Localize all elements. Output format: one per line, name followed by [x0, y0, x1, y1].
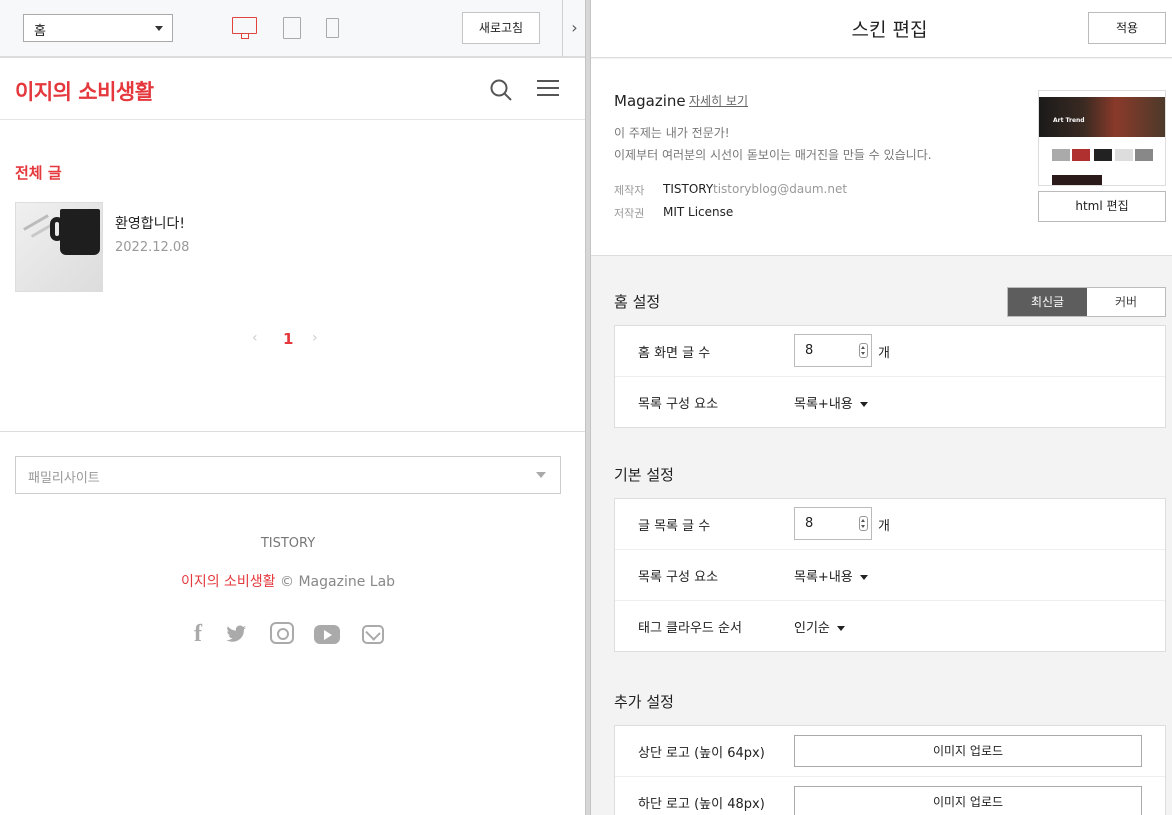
- home-post-count-input[interactable]: 8: [794, 334, 872, 367]
- row-label: 홈 화면 글 수: [638, 346, 711, 361]
- skin-editor-panel: 스킨 편집 적용 Magazine 자세히 보기 이 주제는 내가 전문가! 이…: [591, 0, 1172, 815]
- current-page[interactable]: 1: [283, 330, 293, 348]
- editor-title: 스킨 편집: [851, 19, 928, 41]
- settings-row: 홈 화면 글 수 8 개: [615, 326, 1165, 377]
- footer-divider: [0, 431, 586, 432]
- settings-row: 글 목록 글 수 8 개: [615, 499, 1165, 550]
- post-date: 2022.12.08: [115, 240, 190, 255]
- unit-label: 개: [878, 519, 890, 534]
- tag-cloud-order-dropdown[interactable]: 인기순: [794, 617, 845, 636]
- next-page-icon[interactable]: ›: [312, 330, 318, 346]
- family-site-placeholder: 패밀리사이트: [28, 471, 100, 486]
- toggle-latest-posts[interactable]: 최신글: [1008, 288, 1087, 316]
- license-value: MIT License: [663, 205, 734, 219]
- caret-down-icon: [536, 472, 546, 478]
- maker-email: tistoryblog@daum.net: [713, 182, 848, 196]
- footer-blog-name[interactable]: 이지의 소비생활: [181, 574, 276, 590]
- home-settings-title: 홈 설정: [614, 293, 661, 311]
- blog-header: 이지의 소비생활: [0, 58, 586, 120]
- spinner-icon[interactable]: [859, 343, 868, 358]
- theme-details-link[interactable]: 자세히 보기: [689, 92, 748, 109]
- row-label: 글 목록 글 수: [638, 519, 711, 534]
- theme-info: Magazine 자세히 보기 이 주제는 내가 전문가! 이제부터 여러분의 …: [591, 59, 1172, 256]
- theme-name: Magazine: [614, 92, 686, 110]
- extra-settings-card: 상단 로고 (높이 64px) 이미지 업로드 하단 로고 (높이 48px) …: [614, 725, 1166, 815]
- bottom-logo-upload-button[interactable]: 이미지 업로드: [794, 786, 1142, 815]
- dropdown-value: 인기순: [794, 621, 830, 636]
- page-select[interactable]: 홈: [23, 14, 173, 42]
- toggle-cover[interactable]: 커버: [1087, 288, 1165, 316]
- preview-toolbar: 홈 새로고침 ›: [0, 0, 586, 58]
- mobile-view-icon[interactable]: [326, 18, 339, 38]
- settings-row: 목록 구성 요소 목록+내용: [615, 377, 1165, 428]
- footer-copyright-text: © Magazine Lab: [275, 574, 396, 590]
- hamburger-menu-icon[interactable]: [537, 80, 559, 98]
- settings-row: 목록 구성 요소 목록+내용: [615, 550, 1165, 601]
- family-site-select[interactable]: 패밀리사이트: [15, 456, 561, 494]
- unit-label: 개: [878, 346, 890, 361]
- top-logo-upload-button[interactable]: 이미지 업로드: [794, 735, 1142, 767]
- post-list-item[interactable]: 환영합니다! 2022.12.08: [15, 202, 555, 292]
- row-label: 상단 로고 (높이 64px): [638, 746, 765, 761]
- maker-label: 제작자: [614, 184, 645, 197]
- refresh-button[interactable]: 새로고침: [462, 12, 540, 44]
- skin-editor-app: 홈 새로고침 › 이지의 소비생활 전체 글 환영합니다! 2022.12.08…: [0, 0, 1172, 815]
- instagram-icon[interactable]: [270, 622, 294, 644]
- list-elements-dropdown[interactable]: 목록+내용: [794, 566, 868, 585]
- section-title: 전체 글: [15, 164, 62, 182]
- caret-down-icon: [859, 402, 868, 407]
- editor-header: 스킨 편집 적용: [591, 0, 1172, 58]
- preview-pane: 홈 새로고침 › 이지의 소비생활 전체 글 환영합니다! 2022.12.08…: [0, 0, 586, 815]
- pagination: ‹ 1 ›: [250, 328, 330, 352]
- coffee-mug-image: [60, 209, 100, 255]
- apply-button[interactable]: 적용: [1088, 12, 1166, 44]
- input-value: 8: [805, 343, 814, 358]
- theme-description-line1: 이 주제는 내가 전문가!: [614, 126, 730, 140]
- input-value: 8: [805, 516, 814, 531]
- home-mode-toggle: 최신글 커버: [1007, 287, 1166, 317]
- row-label: 태그 클라우드 순서: [638, 621, 742, 636]
- blog-title[interactable]: 이지의 소비생활: [15, 76, 154, 106]
- collapse-panel-button[interactable]: ›: [562, 0, 586, 57]
- youtube-icon[interactable]: [314, 625, 340, 644]
- row-label: 목록 구성 요소: [638, 570, 719, 585]
- post-thumbnail[interactable]: [15, 202, 103, 292]
- facebook-icon[interactable]: f: [190, 622, 206, 646]
- theme-thumbnail-text: Art Trend: [1053, 117, 1085, 124]
- footer-tistory: TISTORY: [260, 536, 316, 551]
- theme-description-line2: 이제부터 여러분의 시선이 돋보이는 매거진을 만들 수 있습니다.: [614, 148, 932, 162]
- theme-thumbnail: Art Trend: [1038, 90, 1166, 186]
- list-elements-dropdown[interactable]: 목록+내용: [794, 393, 868, 412]
- post-title[interactable]: 환영합니다!: [115, 213, 185, 233]
- mail-icon[interactable]: [362, 625, 384, 644]
- twitter-icon[interactable]: [224, 622, 248, 646]
- dropdown-value: 목록+내용: [794, 570, 853, 585]
- extra-settings-title: 추가 설정: [614, 693, 674, 711]
- license-label: 저작권: [614, 207, 645, 220]
- spinner-icon[interactable]: [859, 516, 868, 531]
- dropdown-value: 목록+내용: [794, 397, 853, 412]
- settings-row: 상단 로고 (높이 64px) 이미지 업로드: [615, 726, 1165, 777]
- list-post-count-input[interactable]: 8: [794, 507, 872, 540]
- desktop-view-icon[interactable]: [232, 17, 257, 39]
- row-label: 하단 로고 (높이 48px): [638, 797, 765, 812]
- basic-settings-card: 글 목록 글 수 8 개 목록 구성 요소 목록+내용 태그 클라우드 순서 인…: [614, 498, 1166, 652]
- caret-down-icon: [155, 26, 163, 31]
- basic-settings-title: 기본 설정: [614, 466, 674, 484]
- prev-page-icon[interactable]: ‹: [252, 330, 258, 346]
- social-links: f: [188, 622, 388, 648]
- footer-copyright: 이지의 소비생활 © Magazine Lab: [0, 571, 576, 591]
- row-label: 목록 구성 요소: [638, 397, 719, 412]
- settings-row: 태그 클라우드 순서 인기순: [615, 601, 1165, 652]
- caret-down-icon: [836, 626, 845, 631]
- search-icon[interactable]: [489, 78, 513, 102]
- caret-down-icon: [859, 575, 868, 580]
- settings-row: 하단 로고 (높이 48px) 이미지 업로드: [615, 777, 1165, 815]
- page-select-value: 홈: [34, 24, 46, 39]
- maker-name: TISTORY: [663, 182, 714, 196]
- html-edit-button[interactable]: html 편집: [1038, 191, 1166, 222]
- tablet-view-icon[interactable]: [283, 17, 301, 39]
- home-settings-card: 홈 화면 글 수 8 개 목록 구성 요소 목록+내용: [614, 325, 1166, 428]
